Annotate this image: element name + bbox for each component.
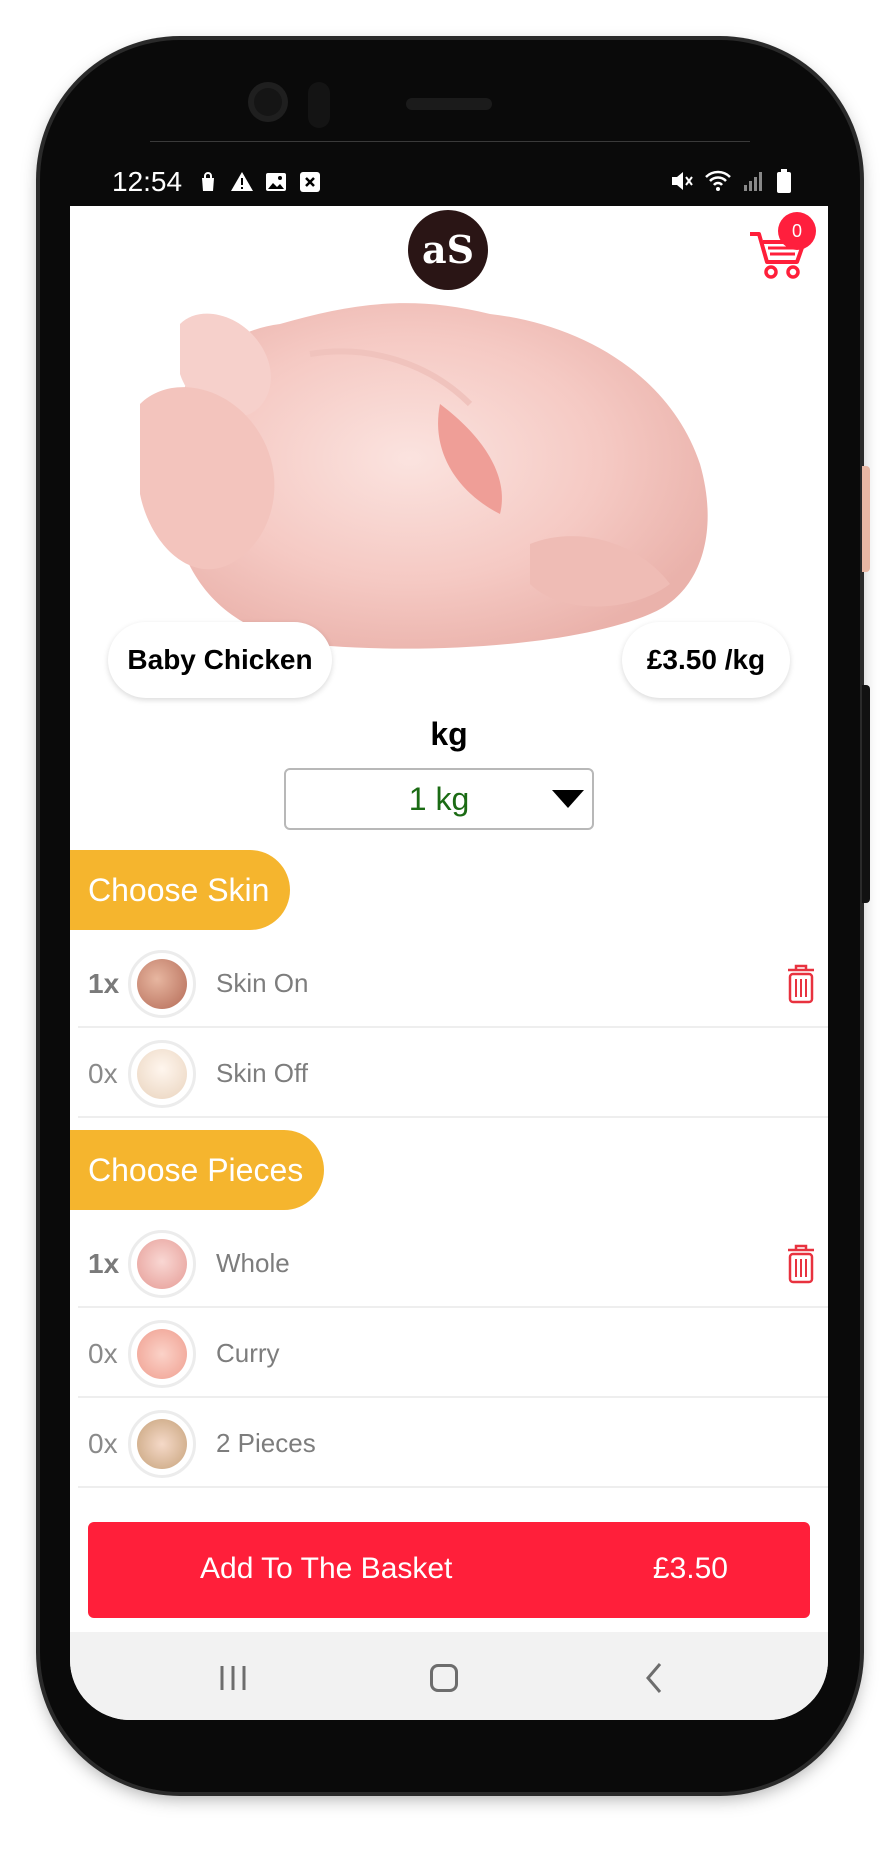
app-screen: aS 0 Baby Chicken £3.50 /kg kg 1 kg Choo…	[70, 206, 828, 1720]
option-quantity: 1x	[88, 968, 120, 999]
weight-label: kg	[430, 716, 468, 752]
option-label: 2 Pieces	[216, 1428, 316, 1458]
weight-select[interactable]: 1 kg	[284, 768, 594, 830]
warning-icon	[231, 172, 253, 191]
system-icons	[668, 168, 792, 194]
signal-icon	[744, 172, 762, 191]
add-to-basket-label: Add To The Basket	[200, 1552, 453, 1585]
option-row-2-pieces[interactable]: 0x 2 Pieces	[78, 1400, 828, 1488]
dropdown-caret-icon	[552, 790, 584, 808]
brand-logo[interactable]: aS	[408, 210, 488, 290]
weight-select-value: 1 kg	[408, 781, 470, 817]
battery-icon	[777, 169, 791, 193]
status-bar: 12:54	[70, 160, 828, 206]
option-thumbnail	[128, 1230, 196, 1298]
shopping-bag-icon	[202, 172, 214, 191]
power-button	[862, 685, 870, 903]
sensor	[308, 82, 330, 128]
cart-count-badge: 0	[778, 212, 816, 250]
option-quantity: 0x	[88, 1058, 118, 1089]
option-thumbnail	[128, 1320, 196, 1388]
option-quantity: 0x	[88, 1338, 118, 1369]
option-row-skin-off[interactable]: 0x Skin Off	[78, 1030, 828, 1118]
image-icon	[266, 173, 286, 191]
trash-icon[interactable]	[784, 1242, 818, 1284]
back-icon[interactable]	[644, 1662, 664, 1694]
product-name: Baby Chicken	[108, 622, 332, 698]
basket-total: £3.50	[652, 1552, 728, 1585]
option-quantity: 0x	[88, 1428, 118, 1459]
recents-icon[interactable]	[218, 1664, 248, 1692]
option-row-curry[interactable]: 0x Curry	[78, 1310, 828, 1398]
option-thumbnail	[128, 1040, 196, 1108]
add-to-basket-button[interactable]: Add To The Basket £3.50	[88, 1522, 810, 1618]
option-thumbnail	[128, 950, 196, 1018]
app-header: aS 0	[70, 206, 828, 294]
option-row-skin-on[interactable]: 1x Skin On	[78, 940, 828, 1028]
display-edge	[150, 141, 750, 142]
notification-icons	[196, 170, 322, 194]
option-label: Skin On	[216, 968, 309, 998]
option-thumbnail	[128, 1410, 196, 1478]
home-icon[interactable]	[430, 1664, 458, 1692]
option-quantity: 1x	[88, 1248, 120, 1279]
product-price: £3.50 /kg	[622, 622, 790, 698]
system-nav-bar	[70, 1632, 828, 1720]
front-camera	[248, 82, 288, 122]
wifi-icon	[705, 170, 731, 191]
side-button	[862, 466, 870, 572]
section-header-skin: Choose Skin	[70, 850, 290, 930]
close-box-icon	[300, 172, 320, 192]
mute-icon	[672, 172, 693, 190]
option-label: Whole	[216, 1248, 290, 1278]
option-label: Skin Off	[216, 1058, 309, 1088]
section-header-pieces: Choose Pieces	[70, 1130, 324, 1210]
product-image	[140, 303, 708, 649]
status-time: 12:54	[112, 166, 183, 197]
trash-icon[interactable]	[784, 962, 818, 1004]
earpiece-speaker	[406, 98, 492, 110]
option-label: Curry	[216, 1338, 280, 1368]
option-row-whole[interactable]: 1x Whole	[78, 1220, 828, 1308]
